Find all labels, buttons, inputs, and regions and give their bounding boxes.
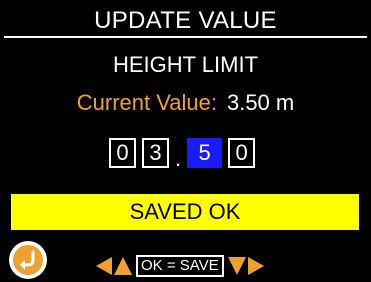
navigation-hints: OK = SAVE xyxy=(96,254,266,278)
page-title: UPDATE VALUE xyxy=(4,6,367,38)
arrow-down-icon[interactable] xyxy=(227,257,246,275)
current-value-text: 3.50 m xyxy=(226,90,295,115)
current-value-label: Current Value: xyxy=(76,90,217,115)
ok-save-hint[interactable]: OK = SAVE xyxy=(136,255,224,277)
digit-box-selected[interactable]: 5 xyxy=(187,138,223,168)
decimal-point: . xyxy=(175,146,182,171)
back-button[interactable] xyxy=(9,241,47,279)
arrow-right-icon[interactable] xyxy=(247,257,264,275)
digit-editor[interactable]: 0 3 . 5 0 xyxy=(109,138,261,171)
arrow-up-icon[interactable] xyxy=(114,257,132,275)
current-value-row: Current Value: 3.50 m xyxy=(0,90,371,116)
status-banner: SAVED OK xyxy=(11,194,359,230)
arrow-left-icon[interactable] xyxy=(96,257,112,275)
digit-box[interactable]: 0 xyxy=(228,138,256,168)
digit-box[interactable]: 0 xyxy=(109,138,136,168)
back-arrow-icon xyxy=(13,245,43,275)
update-value-screen: UPDATE VALUE HEIGHT LIMIT Current Value:… xyxy=(0,0,371,282)
parameter-name: HEIGHT LIMIT xyxy=(112,52,259,77)
digit-box[interactable]: 3 xyxy=(142,138,169,168)
